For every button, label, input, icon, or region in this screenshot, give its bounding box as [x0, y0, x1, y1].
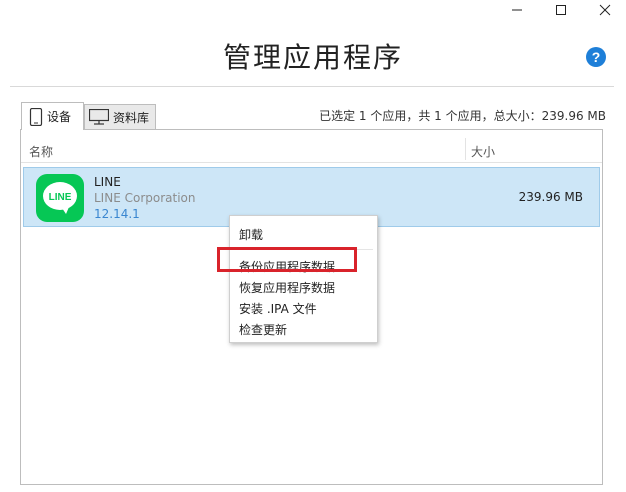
- close-button[interactable]: [590, 0, 620, 20]
- maximize-icon: [556, 5, 566, 15]
- maximize-button[interactable]: [546, 0, 576, 20]
- app-version: 12.14.1: [94, 207, 140, 221]
- page-title: 管理应用程序: [222, 41, 403, 74]
- menu-item-uninstall[interactable]: 卸载: [239, 226, 263, 243]
- column-header-size[interactable]: 大小: [471, 143, 495, 160]
- selection-summary: 已选定 1 个应用，共 1 个应用，总大小：239.96 MB: [319, 109, 606, 123]
- title-divider: [10, 86, 614, 87]
- phone-icon: [29, 107, 43, 126]
- tab-library-label: 资料库: [113, 110, 150, 125]
- column-header-name[interactable]: 名称: [29, 143, 53, 160]
- menu-item-restore-data[interactable]: 恢复应用程序数据: [239, 279, 335, 296]
- tab-library[interactable]: 资料库: [84, 104, 156, 129]
- tab-device[interactable]: 设备: [21, 102, 84, 130]
- menu-item-check-update[interactable]: 检查更新: [239, 321, 287, 338]
- app-name: LINE: [94, 175, 121, 189]
- highlight-box: [217, 247, 357, 272]
- minimize-icon: [512, 9, 522, 11]
- monitor-icon: [89, 109, 109, 125]
- line-icon-text: LINE: [49, 192, 72, 203]
- close-icon: [599, 4, 611, 16]
- line-app-icon: LINE: [36, 174, 84, 222]
- app-vendor: LINE Corporation: [94, 191, 196, 205]
- help-icon[interactable]: ?: [586, 47, 606, 67]
- table-header: 名称 大小: [21, 130, 602, 163]
- tab-device-label: 设备: [47, 110, 72, 124]
- context-menu: 卸载 备份应用程序数据 恢复应用程序数据 安装 .IPA 文件 检查更新: [229, 215, 378, 343]
- column-divider: [465, 138, 466, 160]
- menu-item-install-ipa[interactable]: 安装 .IPA 文件: [239, 300, 317, 317]
- app-size: 239.96 MB: [518, 190, 583, 204]
- minimize-button[interactable]: [502, 0, 532, 20]
